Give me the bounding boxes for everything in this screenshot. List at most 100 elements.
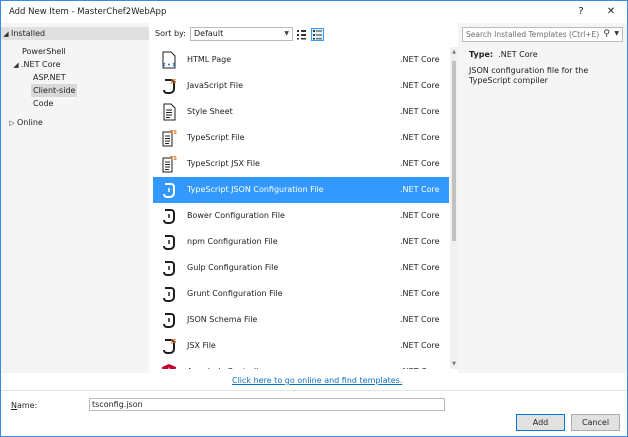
search-icon[interactable]: ⚲ bbox=[603, 29, 610, 39]
add-new-item-dialog: Add New Item - MasterChef2WebApp ? ✕ ◢ In… bbox=[0, 0, 628, 437]
tree-label: Client-side bbox=[33, 86, 76, 95]
template-name: Bower Configuration File bbox=[187, 211, 285, 220]
grid-view-icon[interactable] bbox=[295, 28, 308, 41]
tree-label: Installed bbox=[11, 29, 46, 38]
template-tree: ◢ Installed PowerShell ◢ .NET Core ASP.NET… bbox=[1, 23, 149, 373]
template-list: HTML Page .NET Core JS JavaScript File .NET … bbox=[153, 47, 454, 369]
chevron-down-icon: ▼ bbox=[284, 30, 289, 37]
template-name: AngularJs Controller bbox=[187, 367, 267, 369]
template-name: TypeScript JSON Configuration File bbox=[187, 185, 324, 194]
collapse-arrow-icon[interactable]: ▷ bbox=[7, 117, 17, 130]
scroll-down-icon[interactable]: ▼ bbox=[450, 361, 458, 367]
tree-label: PowerShell bbox=[22, 47, 66, 56]
scroll-up-icon[interactable]: ▲ bbox=[450, 49, 458, 55]
svg-text:JS: JS bbox=[170, 339, 177, 345]
template-name: TypeScript File bbox=[187, 133, 245, 142]
search-placeholder: Search Installed Templates (Ctrl+E) bbox=[466, 30, 600, 39]
list-scrollbar[interactable]: ▲ ▼ bbox=[450, 47, 458, 369]
type-row: Type: .NET Core bbox=[469, 50, 538, 59]
tree-item-aspnet[interactable]: ASP.NET bbox=[33, 71, 66, 84]
template-row[interactable]: AngularJs Controller .NET Core bbox=[153, 359, 449, 369]
angular-icon bbox=[160, 363, 178, 369]
window-title: Add New Item - MasterChef2WebApp bbox=[9, 7, 167, 17]
tree-item-client-side[interactable]: Client-side bbox=[31, 84, 78, 97]
template-row[interactable]: TS TypeScript JSX File .NET Core bbox=[153, 151, 449, 177]
template-row[interactable]: JS JSX File .NET Core bbox=[153, 333, 449, 359]
json-config-icon bbox=[160, 311, 178, 329]
template-row[interactable]: JSON Schema File .NET Core bbox=[153, 307, 449, 333]
template-row[interactable]: TS TypeScript File .NET Core bbox=[153, 125, 449, 151]
template-category: .NET Core bbox=[400, 107, 440, 116]
sort-dropdown[interactable]: Default ▼ bbox=[190, 27, 293, 41]
tree-item-net-core[interactable]: ◢ .NET Core bbox=[11, 58, 61, 72]
go-online-link[interactable]: Click here to go online and find templat… bbox=[232, 376, 402, 385]
svg-text:TS: TS bbox=[170, 156, 177, 162]
template-row[interactable]: npm Configuration File .NET Core bbox=[153, 229, 449, 255]
template-row[interactable]: HTML Page .NET Core bbox=[153, 47, 449, 73]
details-pane: Search Installed Templates (Ctrl+E) ⚲ ▼ … bbox=[458, 23, 627, 373]
template-row[interactable]: JS JavaScript File .NET Core bbox=[153, 73, 449, 99]
template-category: .NET Core bbox=[400, 237, 440, 246]
sort-value: Default bbox=[194, 29, 224, 38]
template-row[interactable]: TypeScript JSON Configuration File .NET C… bbox=[153, 177, 449, 203]
type-value: .NET Core bbox=[498, 50, 538, 59]
expand-arrow-icon[interactable]: ◢ bbox=[11, 59, 21, 72]
json-config-icon bbox=[160, 285, 178, 303]
scrollbar-thumb[interactable] bbox=[452, 61, 456, 241]
title-bar: Add New Item - MasterChef2WebApp ? ✕ bbox=[1, 1, 627, 23]
tree-label: Code bbox=[33, 99, 54, 108]
template-category: .NET Core bbox=[400, 341, 440, 350]
tree-node-installed[interactable]: ◢ Installed bbox=[1, 27, 149, 40]
html-page-icon bbox=[160, 51, 178, 69]
template-category: .NET Core bbox=[400, 185, 440, 194]
typescript-jsx-file-icon: TS bbox=[160, 155, 178, 173]
template-row[interactable]: Style Sheet .NET Core bbox=[153, 99, 449, 125]
sort-label: Sort by: bbox=[155, 29, 186, 38]
name-label: Name: bbox=[11, 401, 38, 410]
type-label: Type: bbox=[469, 50, 494, 59]
cancel-button[interactable]: Cancel bbox=[571, 414, 620, 431]
typescript-file-icon: TS bbox=[160, 129, 178, 147]
template-row[interactable]: Gulp Configuration File .NET Core bbox=[153, 255, 449, 281]
tree-label: .NET Core bbox=[21, 60, 61, 69]
template-name: npm Configuration File bbox=[187, 237, 278, 246]
name-field[interactable] bbox=[89, 398, 445, 411]
tree-item-code[interactable]: Code bbox=[33, 97, 53, 110]
template-name: JSON Schema File bbox=[187, 315, 258, 324]
template-row[interactable]: Grunt Configuration File .NET Core bbox=[153, 281, 449, 307]
tree-item-powershell[interactable]: PowerShell bbox=[22, 45, 66, 58]
svg-text:JS: JS bbox=[170, 79, 177, 85]
list-view-icon[interactable] bbox=[311, 28, 324, 41]
json-config-icon bbox=[160, 181, 178, 199]
template-description: JSON configuration file for the TypeScri… bbox=[469, 66, 589, 85]
svg-text:TS: TS bbox=[170, 130, 177, 136]
search-templates-input[interactable]: Search Installed Templates (Ctrl+E) ⚲ ▼ bbox=[462, 27, 623, 42]
template-name: JSX File bbox=[187, 341, 216, 350]
add-button[interactable]: Add bbox=[516, 414, 565, 431]
template-category: .NET Core bbox=[400, 367, 440, 369]
template-category: .NET Core bbox=[400, 211, 440, 220]
template-name: Grunt Configuration File bbox=[187, 289, 283, 298]
template-category: .NET Core bbox=[400, 159, 440, 168]
close-button[interactable]: ✕ bbox=[602, 4, 620, 20]
json-config-icon bbox=[160, 233, 178, 251]
template-name: TypeScript JSX File bbox=[187, 159, 260, 168]
divider bbox=[1, 390, 627, 391]
chevron-down-icon[interactable]: ▼ bbox=[614, 30, 619, 37]
tree-node-online[interactable]: ▷ Online bbox=[7, 116, 43, 129]
template-name: Gulp Configuration File bbox=[187, 263, 279, 272]
sort-bar: Sort by: Default ▼ bbox=[149, 23, 454, 45]
template-category: .NET Core bbox=[400, 133, 440, 142]
expand-arrow-icon[interactable]: ◢ bbox=[1, 28, 11, 41]
template-name: JavaScript File bbox=[187, 81, 244, 90]
json-config-icon bbox=[160, 207, 178, 225]
tree-label: ASP.NET bbox=[33, 73, 66, 82]
help-button[interactable]: ? bbox=[572, 4, 590, 20]
json-config-icon bbox=[160, 259, 178, 277]
template-row[interactable]: Bower Configuration File .NET Core bbox=[153, 203, 449, 229]
jsx-file-icon: JS bbox=[160, 337, 178, 355]
template-category: .NET Core bbox=[400, 289, 440, 298]
template-category: .NET Core bbox=[400, 81, 440, 90]
template-category: .NET Core bbox=[400, 315, 440, 324]
template-name: HTML Page bbox=[187, 55, 232, 64]
